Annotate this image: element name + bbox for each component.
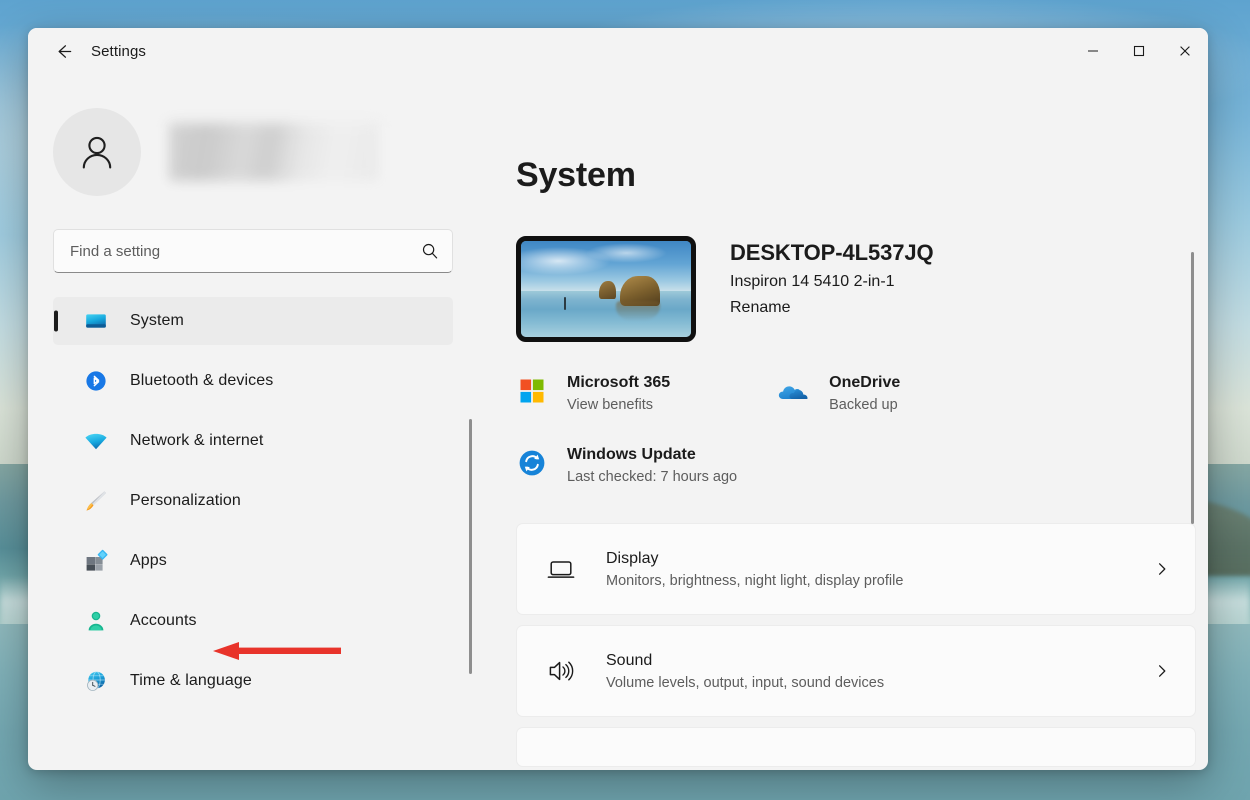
back-arrow-icon[interactable]: [45, 35, 81, 67]
chevron-right-icon[interactable]: [1151, 663, 1173, 679]
app-title: Settings: [91, 42, 146, 60]
sidebar-item-label: Bluetooth & devices: [130, 372, 274, 389]
settings-card-display[interactable]: Display Monitors, brightness, night ligh…: [516, 523, 1196, 615]
settings-card-title: Sound: [606, 651, 653, 669]
sidebar-item-system[interactable]: System: [53, 297, 453, 345]
globe-clock-icon: [83, 668, 109, 694]
window-controls: [1070, 28, 1208, 74]
minimize-icon[interactable]: [1070, 28, 1116, 74]
microsoft-logo-icon: [516, 375, 548, 407]
search-icon[interactable]: [421, 242, 439, 260]
sidebar-item-apps[interactable]: Apps: [53, 537, 453, 585]
device-name: DESKTOP-4L537JQ: [730, 240, 934, 265]
sidebar-item-label: System: [130, 312, 184, 329]
quick-link-title: Microsoft 365: [567, 374, 671, 391]
settings-card-text: Display Monitors, brightness, night ligh…: [606, 548, 1151, 591]
wifi-icon: [83, 428, 109, 454]
quick-link-text: OneDrive Backed up: [829, 373, 900, 415]
account-block[interactable]: [53, 108, 470, 196]
settings-card-subtitle: Volume levels, output, input, sound devi…: [606, 674, 885, 691]
quick-link-onedrive[interactable]: OneDrive Backed up: [778, 367, 908, 421]
quick-link-subtitle: Last checked: 7 hours ago: [567, 469, 738, 485]
onedrive-cloud-icon: [778, 375, 810, 407]
maximize-icon[interactable]: [1116, 28, 1162, 74]
content-scrollbar[interactable]: [1191, 252, 1194, 532]
content-scrollbar-thumb[interactable]: [1191, 252, 1194, 524]
desktop-wallpaper: Settings Find a setting System Bluetooth…: [0, 0, 1250, 800]
sidebar: System Bluetooth & devices: [28, 74, 472, 770]
quick-links-row-top: Microsoft 365 View benefits OneDrive Bac…: [516, 367, 1176, 421]
system-monitor-icon: [83, 308, 109, 334]
close-icon[interactable]: [1162, 28, 1208, 74]
sidebar-item-label: Time & language: [130, 672, 252, 689]
quick-link-windows-update[interactable]: Windows Update Last checked: 7 hours ago: [516, 439, 1176, 493]
sidebar-item-label: Accounts: [130, 612, 197, 629]
sidebar-item-label: Network & internet: [130, 432, 264, 449]
sidebar-item-time-language[interactable]: Time & language: [53, 657, 453, 705]
search-input[interactable]: [54, 230, 452, 272]
speaker-icon: [544, 654, 578, 688]
settings-card-sound[interactable]: Sound Volume levels, output, input, soun…: [516, 625, 1196, 717]
main-content: System DESKTOP-4L537JQ Inspiron 14 5410 …: [470, 74, 1208, 770]
window-body: System Bluetooth & devices: [28, 74, 1208, 770]
settings-cards: Display Monitors, brightness, night ligh…: [516, 523, 1196, 767]
quick-link-text: Windows Update Last checked: 7 hours ago: [567, 445, 737, 487]
quick-link-subtitle: View benefits: [567, 397, 653, 413]
device-summary: DESKTOP-4L537JQ Inspiron 14 5410 2-in-1 …: [516, 236, 1208, 342]
thumbnail-rock-small: [599, 281, 617, 300]
settings-card-subtitle: Monitors, brightness, night light, displ…: [606, 572, 904, 589]
thumbnail-person: [563, 296, 566, 310]
settings-window: Settings Find a setting System Bluetooth…: [28, 28, 1208, 770]
quick-link-microsoft-365[interactable]: Microsoft 365 View benefits: [516, 367, 678, 421]
sidebar-item-bluetooth-devices[interactable]: Bluetooth & devices: [53, 357, 453, 405]
search-input-wrapper[interactable]: [53, 229, 453, 273]
paintbrush-icon: [83, 488, 109, 514]
sidebar-item-personalization[interactable]: Personalization: [53, 477, 453, 525]
page-title: System: [516, 156, 636, 194]
quick-link-title: Windows Update: [567, 446, 696, 463]
title-bar: Settings: [28, 28, 1208, 74]
settings-card-title: Display: [606, 549, 659, 567]
windows-update-icon: [516, 447, 548, 479]
chevron-right-icon[interactable]: [1151, 561, 1173, 577]
rename-link[interactable]: Rename: [730, 299, 790, 317]
sidebar-item-label: Apps: [130, 552, 167, 569]
quick-link-title: OneDrive: [829, 374, 901, 391]
sidebar-nav-list: System Bluetooth & devices Network & int…: [53, 297, 453, 705]
sidebar-item-label: Personalization: [130, 492, 241, 509]
display-monitor-icon: [544, 552, 578, 586]
account-name-redacted: [169, 123, 379, 181]
quick-links: Microsoft 365 View benefits OneDrive Bac…: [516, 367, 1176, 493]
sidebar-item-network-internet[interactable]: Network & internet: [53, 417, 453, 465]
quick-link-subtitle: Backed up: [829, 397, 898, 413]
quick-link-text: Microsoft 365 View benefits: [567, 373, 670, 415]
person-accounts-icon: [83, 608, 109, 634]
person-avatar-icon: [53, 108, 141, 196]
device-model: Inspiron 14 5410 2-in-1: [730, 273, 895, 290]
settings-card-partial-next[interactable]: [516, 727, 1196, 767]
device-wallpaper-thumbnail: [516, 236, 696, 342]
sidebar-item-accounts[interactable]: Accounts: [53, 597, 453, 645]
settings-card-text: Sound Volume levels, output, input, soun…: [606, 650, 1151, 693]
apps-grid-icon: [83, 548, 109, 574]
bluetooth-icon: [83, 368, 109, 394]
device-info: DESKTOP-4L537JQ Inspiron 14 5410 2-in-1 …: [730, 236, 934, 317]
